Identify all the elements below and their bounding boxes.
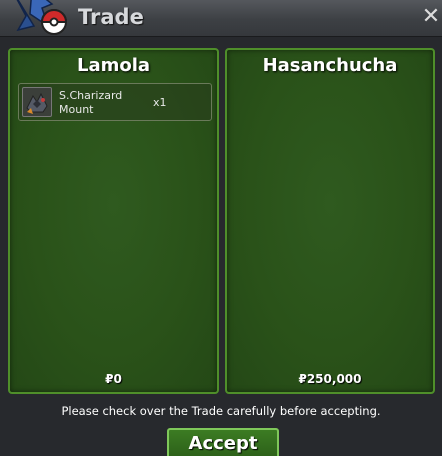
left-player-name: Lamola xyxy=(76,55,151,76)
trade-item-row[interactable]: S.Charizard Mount x1 xyxy=(18,83,212,121)
charizard-mount-icon xyxy=(22,87,52,117)
pokeball-logo-icon xyxy=(4,0,74,44)
accept-button[interactable]: Accept xyxy=(167,428,279,456)
item-name: S.Charizard Mount xyxy=(59,89,123,116)
trade-notice: Please check over the Trade carefully be… xyxy=(61,404,381,418)
left-money: ₽0 xyxy=(105,372,122,386)
right-player-name: Hasanchucha xyxy=(262,55,398,76)
close-icon[interactable]: ✕ xyxy=(420,6,442,28)
right-money: ₽250,000 xyxy=(298,372,362,386)
trade-window: Trade ✕ Lamola S.Charizard Mount x1 ₽0 H… xyxy=(0,0,442,456)
left-trade-panel: Lamola S.Charizard Mount x1 ₽0 xyxy=(8,48,219,394)
window-title: Trade xyxy=(78,5,144,29)
item-quantity: x1 xyxy=(153,96,167,109)
right-trade-panel: Hasanchucha ₽250,000 xyxy=(225,48,435,394)
